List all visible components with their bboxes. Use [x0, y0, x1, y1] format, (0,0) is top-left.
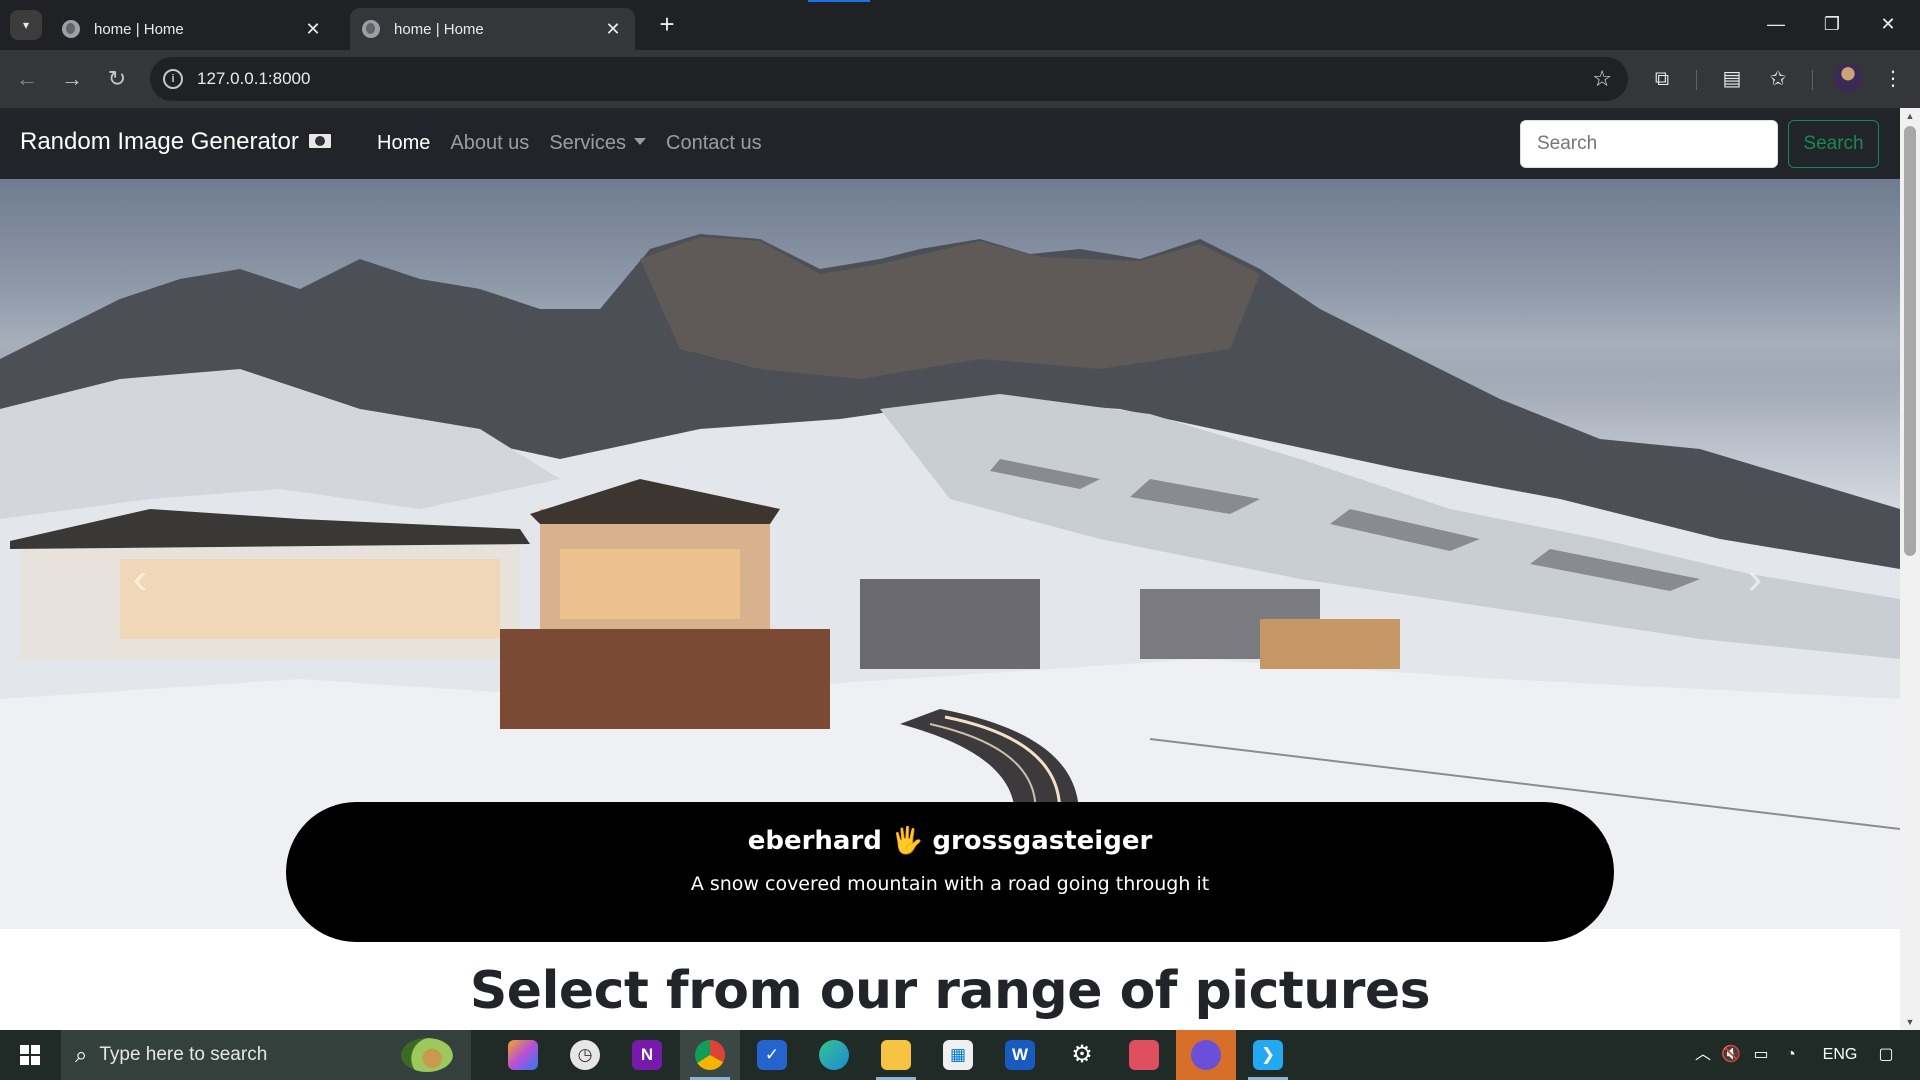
browser-tab-2[interactable]: home | Home ✕	[350, 8, 635, 50]
brand-text: Random Image Generator	[20, 128, 299, 155]
tab-title: home | Home	[94, 20, 184, 38]
notifications-icon[interactable]: ▢	[1868, 1030, 1904, 1080]
volume-muted-icon[interactable]: 🔇	[1718, 1030, 1744, 1080]
back-arrow-icon[interactable]: ←	[10, 62, 44, 96]
scrollbar-thumb[interactable]	[1904, 126, 1916, 556]
chrome-app-icon[interactable]	[680, 1030, 740, 1080]
section-heading: Select from our range of pictures	[469, 961, 1431, 1021]
browser-tab-strip: ▾ home | Home ✕ home | Home ✕ + — ❐ ✕	[0, 0, 1920, 50]
word-app-icon[interactable]: W	[990, 1030, 1050, 1080]
close-window-icon[interactable]: ✕	[1860, 6, 1916, 42]
new-tab-button[interactable]: +	[652, 10, 682, 40]
copilot-app-icon[interactable]	[493, 1030, 553, 1080]
camera-icon	[306, 132, 333, 150]
tab-title: home | Home	[394, 20, 484, 38]
browser-toolbar: ← → ↻ i 127.0.0.1:8000 ☆ ⧉ ▤ ✩ ⋮	[0, 50, 1920, 108]
extensions-icon[interactable]: ⧉	[1645, 62, 1679, 96]
nav-links: Home About us Services Contact us	[377, 132, 782, 155]
profile-indicator	[808, 0, 870, 2]
network-icon[interactable]: ◔	[1778, 1030, 1804, 1080]
show-hidden-icons-chevron-icon[interactable]: ︿	[1690, 1030, 1716, 1080]
windows-logo-icon	[20, 1045, 40, 1065]
forward-arrow-icon[interactable]: →	[55, 62, 89, 96]
globe-icon	[362, 20, 380, 38]
carousel-next-icon[interactable]: ›	[1725, 557, 1785, 601]
page-viewport: Random Image Generator Home About us Ser…	[0, 108, 1920, 1030]
site-brand[interactable]: Random Image Generator	[20, 128, 333, 156]
site-navbar: Random Image Generator Home About us Ser…	[0, 108, 1900, 179]
taskbar-search-box[interactable]: ⌕ Type here to search	[61, 1030, 471, 1080]
tab-search-chevron-icon[interactable]: ▾	[10, 10, 42, 40]
search-input[interactable]	[1520, 120, 1778, 168]
page-scrollbar[interactable]: ▲ ▼	[1900, 108, 1920, 1030]
caption-title: eberhard 🖐 grossgasteiger	[747, 826, 1153, 856]
snipping-tool-app-icon[interactable]	[1114, 1030, 1174, 1080]
nav-services-dropdown[interactable]: Services	[549, 132, 647, 155]
carousel-caption: eberhard 🖐 grossgasteiger A snow covered…	[286, 802, 1614, 942]
favorites-icon[interactable]: ✩	[1761, 62, 1795, 96]
onenote-app-icon[interactable]: N	[617, 1030, 677, 1080]
taskbar-search-placeholder: Type here to search	[99, 1044, 268, 1065]
clock-app-icon[interactable]: ◷	[555, 1030, 615, 1080]
file-explorer-app-icon[interactable]	[866, 1030, 926, 1080]
edge-app-icon[interactable]	[804, 1030, 864, 1080]
profile-avatar[interactable]	[1834, 64, 1862, 92]
carousel-prev-icon[interactable]: ‹	[110, 557, 170, 601]
reading-list-icon[interactable]: ▤	[1715, 62, 1749, 96]
start-button[interactable]	[0, 1030, 60, 1080]
caret-down-icon	[634, 138, 647, 145]
todo-app-icon[interactable]: ✓	[742, 1030, 802, 1080]
input-language[interactable]: ENG	[1820, 1030, 1860, 1080]
site-info-icon[interactable]: i	[163, 69, 183, 89]
restore-window-icon[interactable]: ❐	[1804, 6, 1860, 42]
store-app-icon[interactable]: ▦	[928, 1030, 988, 1080]
toolbar-divider	[1812, 70, 1813, 90]
url-text[interactable]: 127.0.0.1:8000	[197, 69, 1592, 89]
vscode-app-icon[interactable]: ❯	[1238, 1030, 1298, 1080]
globe-icon	[62, 20, 80, 38]
settings-app-icon[interactable]: ⚙	[1052, 1030, 1112, 1080]
chrome-profile-app-icon[interactable]	[1176, 1030, 1236, 1080]
close-tab-icon[interactable]: ✕	[303, 19, 323, 40]
minimize-window-icon[interactable]: —	[1748, 6, 1804, 42]
search-highlight-avocado-icon	[401, 1038, 453, 1072]
browser-tab-1[interactable]: home | Home ✕	[50, 8, 335, 50]
reload-icon[interactable]: ↻	[100, 62, 134, 96]
search-button[interactable]: Search	[1788, 120, 1879, 168]
caption-description: A snow covered mountain with a road goin…	[690, 873, 1210, 895]
nav-contact-us[interactable]: Contact us	[666, 132, 762, 155]
scroll-up-arrow-icon[interactable]: ▲	[1900, 108, 1920, 124]
windows-taskbar: ⌕ Type here to search ◷ N ✓ ▦ W ⚙ ❯ ︿ 🔇 …	[0, 1030, 1920, 1080]
search-icon: ⌕	[75, 1042, 88, 1067]
nav-home[interactable]: Home	[377, 132, 430, 155]
browser-menu-icon[interactable]: ⋮	[1876, 62, 1910, 96]
nav-about-us[interactable]: About us	[450, 132, 529, 155]
nav-services-label: Services	[549, 132, 627, 154]
close-tab-icon[interactable]: ✕	[603, 19, 623, 40]
bookmark-star-icon[interactable]: ☆	[1592, 66, 1612, 92]
toolbar-divider	[1696, 70, 1697, 90]
battery-icon[interactable]: ▭	[1748, 1030, 1774, 1080]
address-bar[interactable]: i 127.0.0.1:8000 ☆	[150, 57, 1628, 101]
scroll-down-arrow-icon[interactable]: ▼	[1900, 1014, 1920, 1030]
